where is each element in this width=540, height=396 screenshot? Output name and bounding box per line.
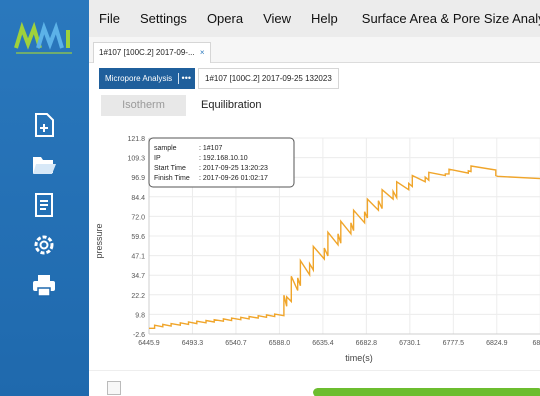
document-tab[interactable]: 1#107 [100C.2] 2017-09-... × — [93, 42, 211, 63]
menu-help[interactable]: Help — [301, 11, 348, 26]
y-tick-label: 96.9 — [131, 175, 145, 182]
close-icon[interactable]: × — [200, 48, 205, 57]
print-icon[interactable] — [28, 270, 60, 300]
progress-bar — [313, 388, 540, 396]
status-strip — [89, 370, 540, 396]
y-tick-label: -2.6 — [133, 332, 145, 339]
y-tick-label: 59.6 — [131, 234, 145, 241]
info-key-start-time: Start Time — [154, 165, 186, 172]
app-title: Surface Area & Pore Size Analyzer System — [361, 11, 540, 26]
open-folder-icon[interactable] — [28, 150, 60, 180]
tab-equilibration[interactable]: Equilibration — [201, 95, 262, 116]
info-value-start-time: : 2017-09-25 13:20:23 — [199, 165, 268, 172]
y-tick-label: 109.3 — [127, 156, 145, 163]
info-value-finish-time: : 2017-09-26 01:02:17 — [199, 175, 268, 182]
button-divider — [178, 73, 180, 85]
x-tick-label: 6540.7 — [225, 340, 247, 347]
x-axis-label: time(s) — [345, 353, 373, 363]
y-tick-label: 9.8 — [135, 312, 145, 319]
x-tick-label: 6682.8 — [356, 340, 378, 347]
view-tabs: Isotherm Equilibration — [89, 93, 540, 118]
app-logo — [14, 21, 76, 58]
x-tick-label: 6635.4 — [312, 340, 334, 347]
sidebar — [0, 0, 89, 396]
settings-icon[interactable] — [28, 230, 60, 260]
micropore-analysis-button[interactable]: Micropore Analysis ••• — [99, 68, 195, 89]
x-axis-ticks: 6445.9 6493.3 6540.7 6588.0 6635.4 6682.8 6730… — [138, 340, 540, 347]
pressure-series-line — [149, 165, 540, 329]
y-axis-label: pressure — [94, 223, 104, 258]
x-tick-label: 6445.9 — [138, 340, 160, 347]
info-value-ip: : 192.168.10.10 — [199, 155, 248, 162]
y-tick-label: 47.1 — [131, 254, 145, 261]
info-value-sample: : 1#107 — [199, 145, 222, 152]
progress-bar-fill — [313, 388, 540, 396]
y-tick-label: 84.4 — [131, 195, 145, 202]
analysis-toolbar: Micropore Analysis ••• 1#107 [100C.2] 20… — [89, 63, 540, 93]
document-tab-bar: 1#107 [100C.2] 2017-09-... × — [89, 37, 540, 63]
menu-view[interactable]: View — [253, 11, 301, 26]
document-tab-label: 1#107 [100C.2] 2017-09-... — [99, 48, 195, 57]
y-tick-label: 72.0 — [131, 214, 145, 221]
new-file-icon[interactable] — [28, 110, 60, 140]
more-options-icon[interactable]: ••• — [182, 68, 191, 89]
x-tick-label: 6777.5 — [443, 340, 465, 347]
y-tick-label: 22.2 — [131, 293, 145, 300]
y-tick-label: 121.8 — [127, 136, 145, 143]
tab-isotherm[interactable]: Isotherm — [101, 95, 186, 116]
y-tick-label: 34.7 — [131, 273, 145, 280]
x-tick-label: 6872 — [532, 340, 540, 347]
menu-settings[interactable]: Settings — [130, 11, 197, 26]
info-key-ip: IP — [154, 155, 161, 162]
x-tick-label: 6588.0 — [269, 340, 291, 347]
x-tick-label: 6824.9 — [486, 340, 508, 347]
menu-bar: File Settings Opera View Help Surface Ar… — [89, 0, 540, 37]
menu-file[interactable]: File — [89, 11, 130, 26]
equilibration-chart: 121.8 109.3 96.9 84.4 72.0 59.6 47.1 34.7 22.2 9.… — [89, 118, 540, 370]
file-tab[interactable]: 1#107 [100C.2] 2017-09-25 132023 — [198, 68, 339, 89]
log-icon[interactable] — [107, 381, 121, 395]
y-axis-ticks: 121.8 109.3 96.9 84.4 72.0 59.6 47.1 34.7 22.2 9.… — [127, 136, 145, 339]
x-tick-label: 6730.1 — [399, 340, 421, 347]
info-key-sample: sample — [154, 145, 177, 152]
info-key-finish-time: Finish Time — [154, 175, 190, 182]
analysis-label: Micropore Analysis — [105, 74, 173, 83]
x-tick-label: 6493.3 — [182, 340, 204, 347]
report-icon[interactable] — [28, 190, 60, 220]
sample-info-box: sample : 1#107 IP : 192.168.10.10 Start … — [148, 137, 295, 188]
menu-opera[interactable]: Opera — [197, 11, 253, 26]
